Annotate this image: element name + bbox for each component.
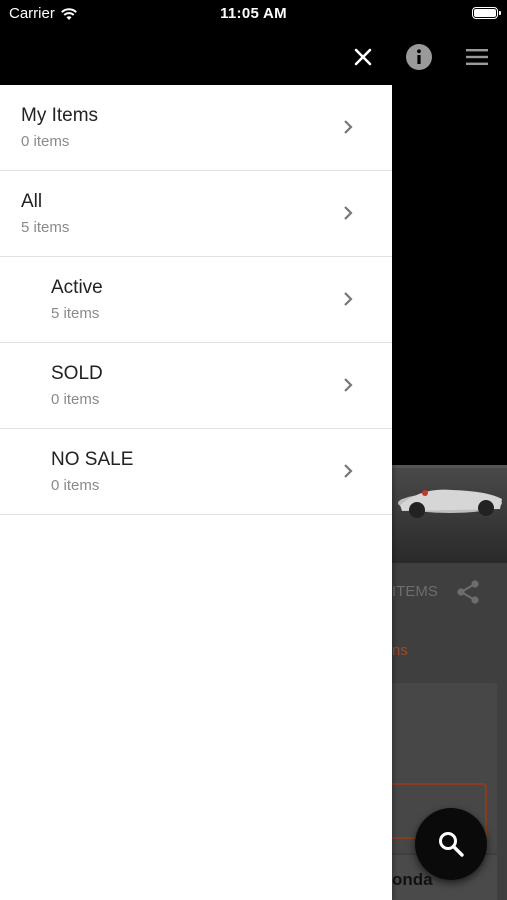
drawer-item-all[interactable]: All 5 items xyxy=(0,171,392,257)
search-icon xyxy=(439,832,464,857)
car-photo xyxy=(392,465,507,563)
drawer-item-title: NO SALE xyxy=(51,449,134,470)
drawer-item-sold[interactable]: SOLD 0 items xyxy=(0,343,392,429)
drawer-item-title: SOLD xyxy=(51,363,103,384)
close-icon[interactable] xyxy=(346,40,380,74)
orange-text-partial: ns xyxy=(392,642,408,659)
drawer-item-count: 5 items xyxy=(51,305,100,322)
status-bar: Carrier 11:05 AM xyxy=(0,0,507,30)
chevron-right-icon xyxy=(344,120,353,134)
chevron-right-icon xyxy=(344,206,353,220)
hamburger-menu-icon[interactable] xyxy=(460,40,494,74)
drawer-item-my-items[interactable]: My Items 0 items xyxy=(0,85,392,171)
top-bar xyxy=(0,30,507,85)
drawer-item-count: 0 items xyxy=(51,477,100,494)
drawer-item-count: 5 items xyxy=(21,219,70,236)
status-time: 11:05 AM xyxy=(220,5,287,22)
drawer-item-title: All xyxy=(21,191,43,212)
chevron-right-icon xyxy=(344,292,353,306)
search-button[interactable] xyxy=(415,808,487,880)
chevron-right-icon xyxy=(344,464,353,478)
share-icon[interactable] xyxy=(455,579,481,610)
drawer-item-count: 0 items xyxy=(21,133,70,150)
category-drawer: My Items 0 items All 5 items Active 5 it… xyxy=(0,85,392,900)
info-icon[interactable] xyxy=(402,40,436,74)
drawer-item-count: 0 items xyxy=(51,391,100,408)
card-title-partial: onda xyxy=(392,870,433,889)
drawer-item-active[interactable]: Active 5 items xyxy=(0,257,392,343)
drawer-item-title: My Items xyxy=(21,105,99,126)
drawer-item-no-sale[interactable]: NO SALE 0 items xyxy=(0,429,392,515)
battery-icon xyxy=(472,7,501,19)
items-tab-partial: ITEMS xyxy=(392,583,438,600)
drawer-item-title: Active xyxy=(51,277,103,298)
chevron-right-icon xyxy=(344,378,353,392)
